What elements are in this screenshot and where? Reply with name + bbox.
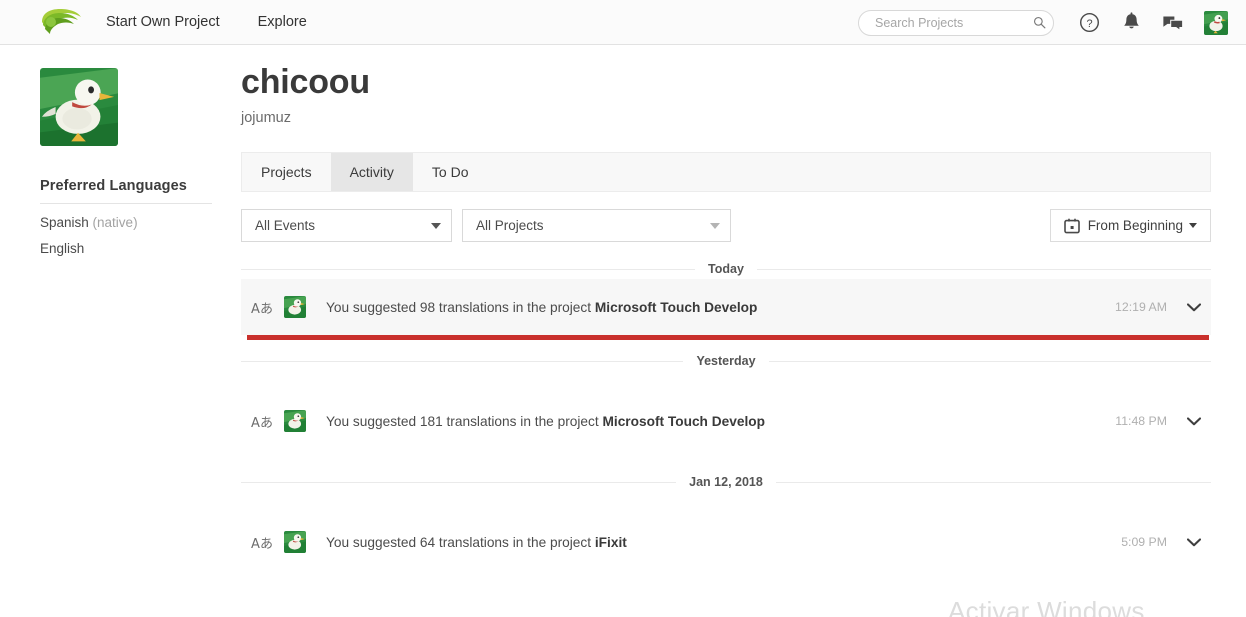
day-divider-label: Jan 12, 2018 <box>676 475 776 489</box>
header-nav: Start Own Project Explore <box>106 14 345 30</box>
date-range-label: From Beginning <box>1087 218 1183 233</box>
projects-filter-select[interactable]: All Projects <box>462 209 731 242</box>
search-icon[interactable] <box>1033 16 1046 29</box>
date-range-button[interactable]: From Beginning <box>1049 209 1211 242</box>
duck-avatar-icon <box>284 296 306 318</box>
activity-project-name[interactable]: Microsoft Touch Develop <box>602 414 765 429</box>
search-box[interactable] <box>858 9 1054 36</box>
projects-filter-value: All Projects <box>476 218 544 233</box>
header-avatar[interactable] <box>1204 10 1228 35</box>
page-title: chicoou <box>241 63 370 101</box>
profile-avatar[interactable] <box>40 68 118 146</box>
translation-icon: Aあ <box>251 536 273 552</box>
profile-tabs: Projects Activity To Do <box>241 152 1211 192</box>
header-right-tools: ? <box>858 0 1246 45</box>
activity-row[interactable]: Aあ You suggested 181 translations in the… <box>241 393 1211 449</box>
activity-time: 5:09 PM <box>1121 535 1167 549</box>
day-divider-label: Yesterday <box>683 354 769 368</box>
activity-text-prefix: You suggested 64 translations in the pro… <box>326 534 595 550</box>
duck-profile-avatar-icon <box>40 68 118 146</box>
activity-text: You suggested 64 translations in the pro… <box>326 535 1121 550</box>
row-avatar <box>284 410 306 432</box>
chevron-down-icon <box>431 222 441 229</box>
nav-explore[interactable]: Explore <box>258 14 307 30</box>
activity-filters: All Events All Projects From Beginning <box>241 209 1211 242</box>
svg-text:?: ? <box>1086 18 1092 30</box>
language-item-english[interactable]: English <box>40 241 212 256</box>
row-avatar <box>284 531 306 553</box>
messages-icon[interactable] <box>1158 8 1188 38</box>
events-filter-value: All Events <box>255 218 316 233</box>
chevron-down-icon[interactable] <box>1187 537 1201 547</box>
events-filter-select[interactable]: All Events <box>241 209 452 242</box>
activity-text-prefix: You suggested 181 translations in the pr… <box>326 413 603 429</box>
language-name: English <box>40 241 85 256</box>
activity-time: 12:19 AM <box>1115 300 1167 314</box>
language-name: Spanish <box>40 215 89 230</box>
activity-feed: Today Aあ You suggested 98 translations i… <box>241 259 1211 570</box>
preferred-languages-title: Preferred Languages <box>40 178 187 194</box>
page-subtitle: jojumuz <box>241 110 291 126</box>
activity-text: You suggested 181 translations in the pr… <box>326 414 1115 429</box>
translation-icon: Aあ <box>251 301 273 317</box>
activity-project-name[interactable]: iFixit <box>595 535 627 550</box>
bell-icon-svg <box>1123 12 1139 29</box>
language-note: (native) <box>88 215 138 230</box>
nav-start-own-project[interactable]: Start Own Project <box>106 14 220 30</box>
profile-sidebar: Preferred Languages Spanish (native) Eng… <box>40 68 212 256</box>
tab-activity[interactable]: Activity <box>330 153 413 191</box>
preferred-languages-divider <box>40 203 212 204</box>
translation-icon: Aあ <box>251 415 273 431</box>
day-divider: Jan 12, 2018 <box>241 472 1211 492</box>
row-avatar <box>284 296 306 318</box>
chevron-down-icon[interactable] <box>1187 302 1201 312</box>
tab-projects[interactable]: Projects <box>242 153 331 191</box>
activity-time: 11:48 PM <box>1115 414 1167 428</box>
top-header: Start Own Project Explore ? <box>0 0 1246 45</box>
day-divider: Today <box>241 259 1211 279</box>
duck-avatar-icon <box>284 531 306 553</box>
day-divider-label: Today <box>695 262 757 276</box>
logo-svg <box>42 9 81 34</box>
chevron-down-icon <box>710 222 720 229</box>
chevron-down-icon[interactable] <box>1187 416 1201 426</box>
day-divider: Yesterday <box>241 351 1211 371</box>
calendar-icon <box>1063 218 1080 233</box>
bell-icon[interactable] <box>1116 8 1146 38</box>
duck-avatar-icon <box>284 410 306 432</box>
messages-icon-svg <box>1163 16 1184 32</box>
activity-progress-bar <box>247 335 1209 340</box>
activity-project-name[interactable]: Microsoft Touch Develop <box>595 300 758 315</box>
help-icon-svg: ? <box>1079 13 1099 32</box>
activity-row[interactable]: Aあ You suggested 98 translations in the … <box>241 279 1211 335</box>
language-item-spanish[interactable]: Spanish (native) <box>40 215 212 230</box>
help-icon[interactable]: ? <box>1074 8 1104 38</box>
tab-todo[interactable]: To Do <box>413 153 488 191</box>
crowdin-logo-icon[interactable] <box>38 5 84 39</box>
windows-activation-watermark: Activar Windows <box>948 596 1145 617</box>
chevron-down-icon <box>1189 223 1197 228</box>
activity-text: You suggested 98 translations in the pro… <box>326 300 1115 315</box>
main-content: chicoou jojumuz Projects Activity To Do … <box>241 60 1211 570</box>
duck-avatar-icon <box>1204 10 1228 35</box>
search-input[interactable] <box>873 11 1033 34</box>
activity-row[interactable]: Aあ You suggested 64 translations in the … <box>241 514 1211 570</box>
activity-text-prefix: You suggested 98 translations in the pro… <box>326 299 595 315</box>
